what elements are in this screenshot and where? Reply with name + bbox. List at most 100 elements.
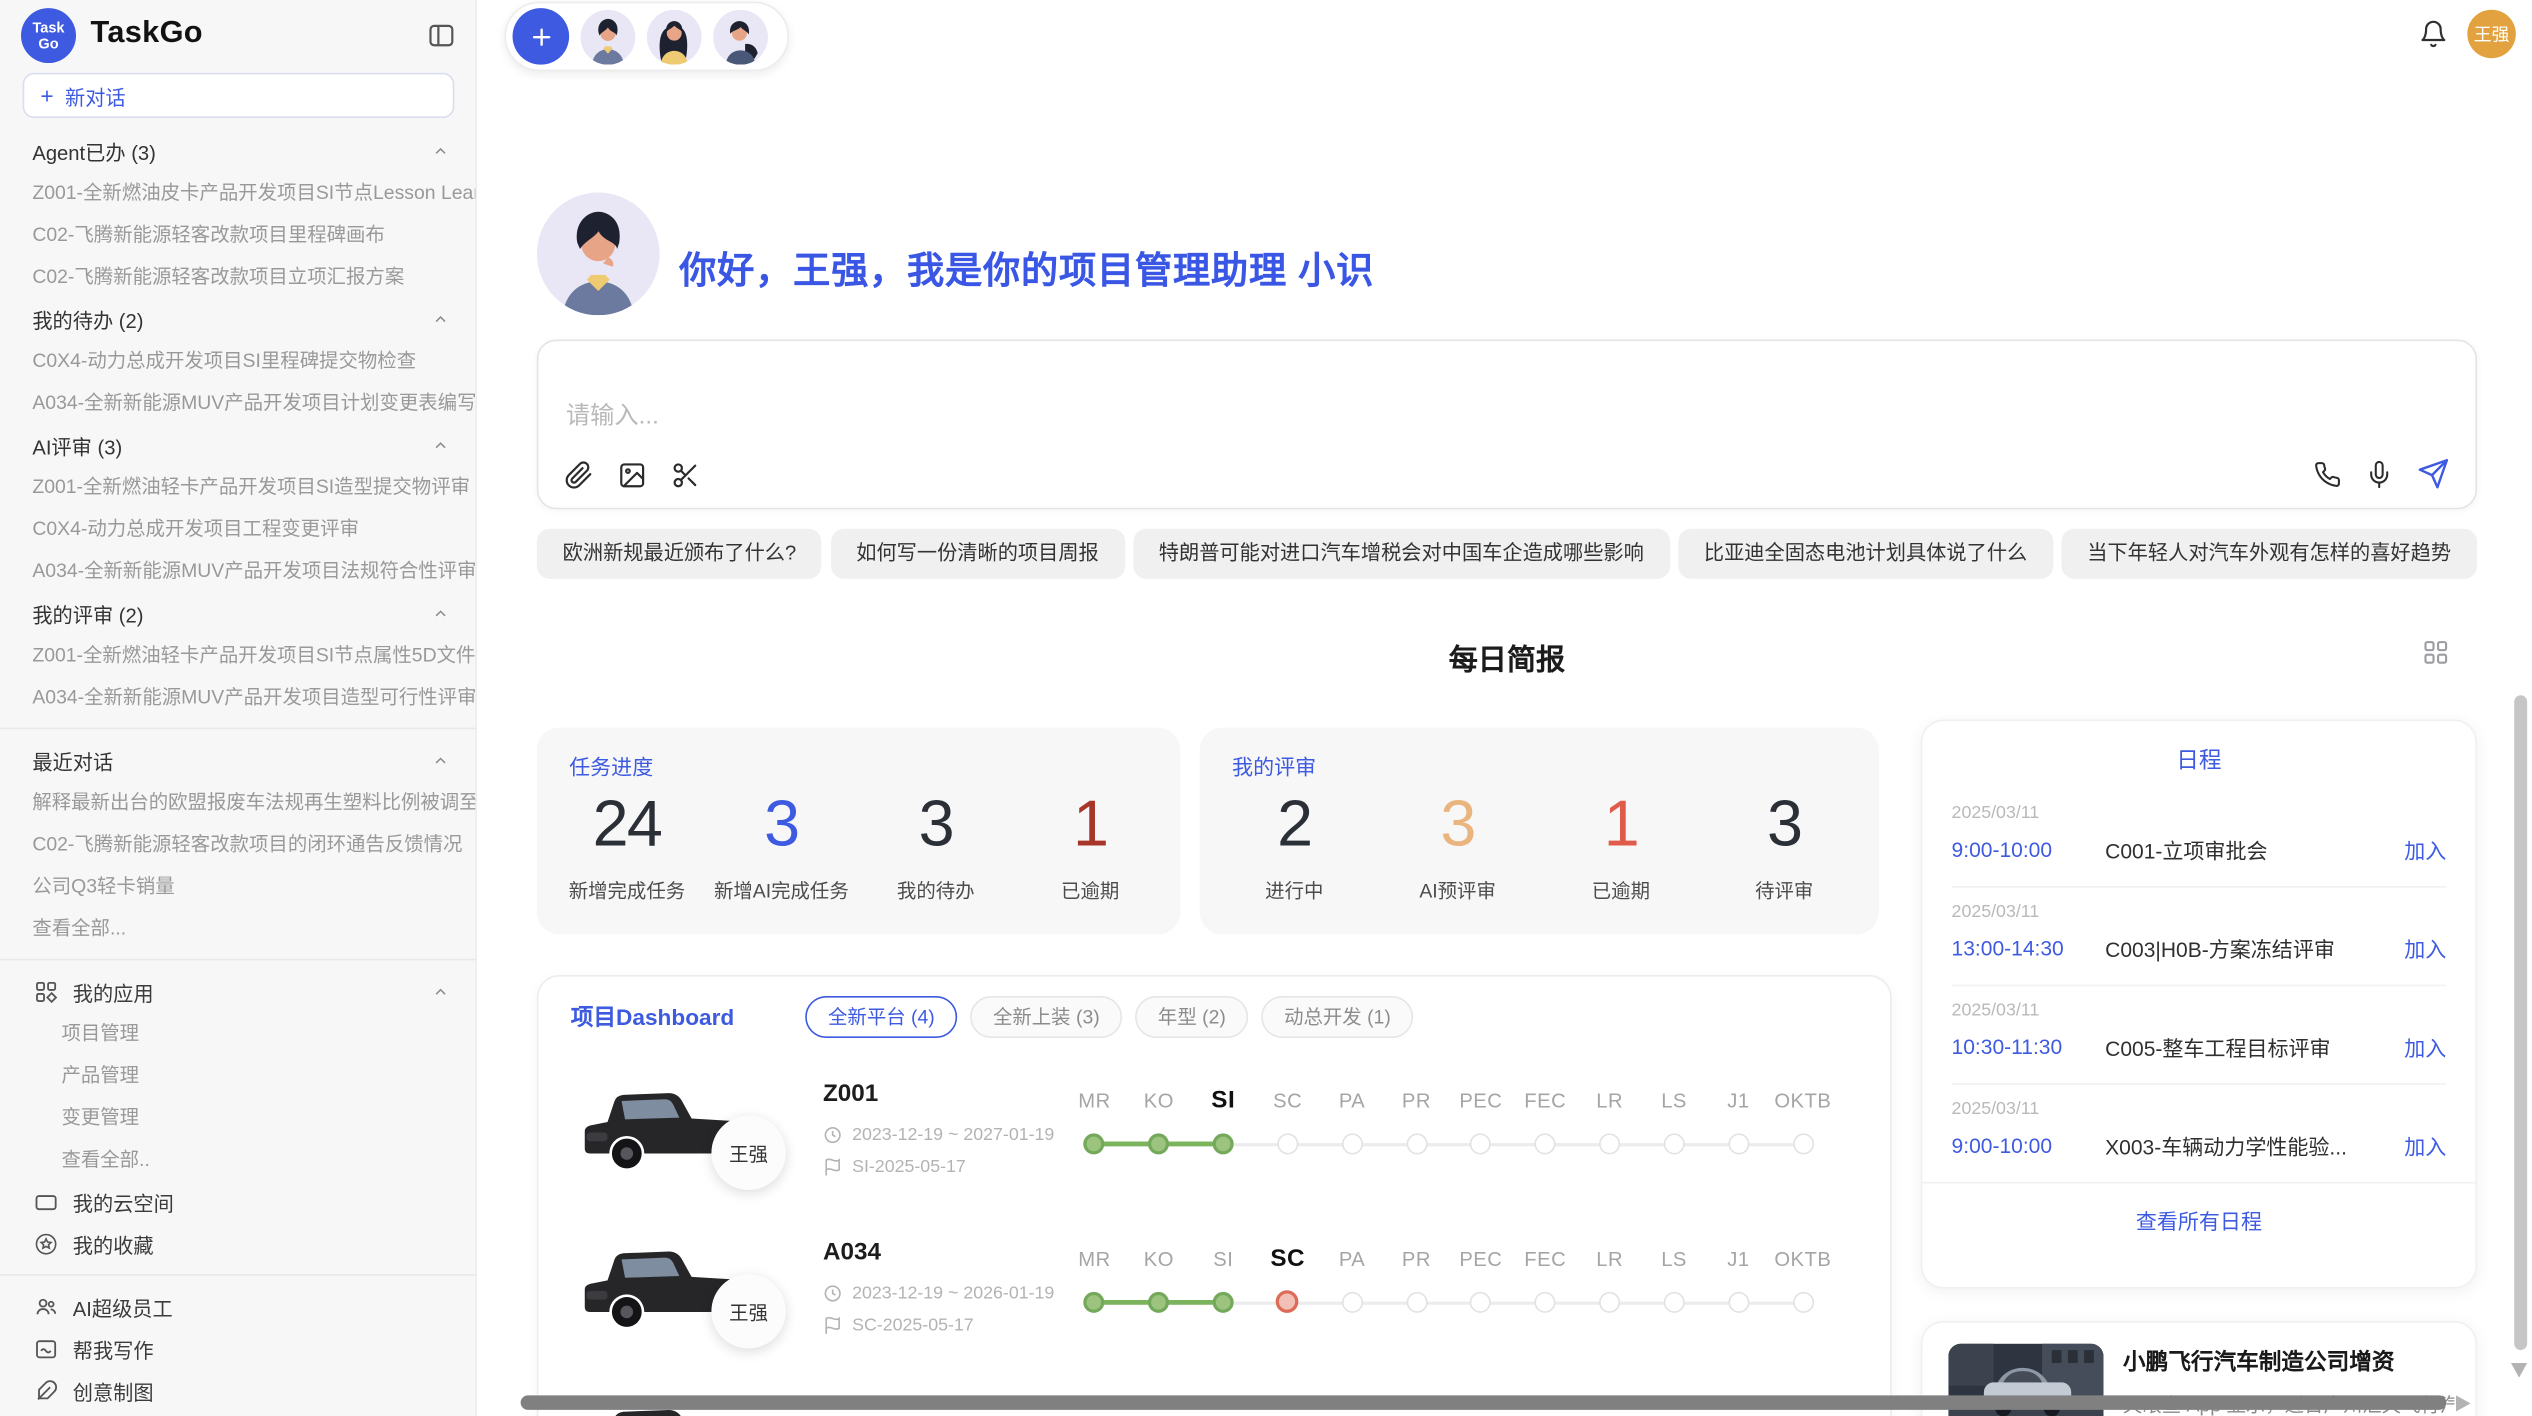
layout-grid-icon[interactable] xyxy=(2422,639,2449,666)
sidebar-item-ai-staff[interactable]: AI超级员工 xyxy=(0,1285,475,1327)
list-item[interactable]: C02-飞腾新能源轻客改款项目的闭环通告反馈情况 xyxy=(0,823,475,865)
milestone-dot-current xyxy=(1213,1133,1234,1154)
suggestion-chip[interactable]: 如何写一份清晰的项目周报 xyxy=(830,529,1124,579)
view-all-schedule[interactable]: 查看所有日程 xyxy=(1922,1182,2475,1256)
list-item[interactable]: C02-飞腾新能源轻客改款项目里程碑画布 xyxy=(0,213,475,255)
avatar-contact-2[interactable] xyxy=(647,9,702,64)
tab-powertrain[interactable]: 动总开发 (1) xyxy=(1261,996,1413,1038)
list-item[interactable]: A034-全新新能源MUV产品开发项目法规符合性评审 xyxy=(0,550,475,592)
chat-input[interactable] xyxy=(566,403,2021,430)
view-all-apps[interactable]: 查看全部.. xyxy=(0,1138,475,1180)
avatar-contact-3[interactable] xyxy=(713,9,768,64)
list-item[interactable]: Z001-全新燃油皮卡产品开发项目SI节点Lesson Learn报告 xyxy=(0,171,475,213)
avatar-contact-1[interactable] xyxy=(580,9,635,64)
milestone-dot-done xyxy=(1148,1292,1169,1313)
tab-new-body[interactable]: 全新上装 (3) xyxy=(970,996,1122,1038)
sidebar-item-cloud-space[interactable]: 我的云空间 xyxy=(0,1180,475,1222)
section-agent-done[interactable]: Agent已办 (3) xyxy=(0,129,475,171)
milestone-label: PEC xyxy=(1449,1083,1513,1119)
sidebar-list: Agent已办 (3) Z001-全新燃油皮卡产品开发项目SI节点Lesson … xyxy=(0,129,475,1411)
notification-bell-icon[interactable] xyxy=(2419,19,2448,48)
vertical-scrollbar[interactable] xyxy=(2514,695,2527,1350)
section-my-review[interactable]: 我的评审 (2) xyxy=(0,592,475,634)
message-composer xyxy=(537,340,2477,510)
project-row-a034[interactable]: 王强 A034 2023-12-19 ~ 2026-01-19 SC-2025-… xyxy=(538,1216,1890,1374)
sidebar-item-favorites[interactable]: 我的收藏 xyxy=(0,1222,475,1264)
sidebar-item-change-mgmt[interactable]: 变更管理 xyxy=(0,1096,475,1138)
join-button[interactable]: 加入 xyxy=(2404,1032,2446,1063)
sidebar-item-my-apps[interactable]: 我的应用 xyxy=(0,970,475,1012)
list-item[interactable]: C02-飞腾新能源轻客改款项目立项汇报方案 xyxy=(0,255,475,297)
daily-briefing-title: 每日简报 xyxy=(537,637,2477,679)
sidebar-item-product-mgmt[interactable]: 产品管理 xyxy=(0,1054,475,1096)
mic-icon[interactable] xyxy=(2365,460,2392,487)
project-row-z001[interactable]: 王强 Z001 2023-12-19 ~ 2027-01-19 SI-2025-… xyxy=(538,1057,1890,1215)
milestone-dot-done xyxy=(1084,1133,1105,1154)
phone-icon[interactable] xyxy=(2314,460,2341,487)
milestone-label: MR xyxy=(1062,1083,1126,1119)
list-item[interactable]: Z001-全新燃油轻卡产品开发项目SI节点属性5D文件评审 xyxy=(0,634,475,676)
milestone-dot-done xyxy=(1213,1292,1234,1313)
view-all-chats[interactable]: 查看全部... xyxy=(0,907,475,949)
suggestion-chip[interactable]: 比亚迪全固态电池计划具体说了什么 xyxy=(1678,529,2053,579)
event-date: 2025/03/11 xyxy=(1952,804,2447,823)
scroll-right-arrow[interactable] xyxy=(2456,1395,2471,1411)
stat-overdue: 1已逾期 xyxy=(1013,783,1167,904)
join-button[interactable]: 加入 xyxy=(2404,933,2446,964)
sidebar-item-help-write[interactable]: 帮我写作 xyxy=(0,1327,475,1369)
list-item[interactable]: A034-全新新能源MUV产品开发项目计划变更表编写 xyxy=(0,382,475,424)
milestone-dot xyxy=(1728,1292,1749,1313)
attach-icon[interactable] xyxy=(564,461,593,490)
event-time: 10:30-11:30 xyxy=(1952,1035,2106,1059)
chevron-up-icon xyxy=(432,751,450,769)
milestone-label-current: SI xyxy=(1191,1083,1255,1119)
greeting-text: 你好，王强，我是你的项目管理助理 小识 xyxy=(679,239,1374,294)
suggestion-chip[interactable]: 特朗普可能对进口汽车增税会对中国车企造成哪些影响 xyxy=(1133,529,1670,579)
section-my-todo[interactable]: 我的待办 (2) xyxy=(0,298,475,340)
divider xyxy=(0,959,475,961)
milestone-label: PEC xyxy=(1449,1242,1513,1278)
suggestion-chip[interactable]: 当下年轻人对汽车外观有怎样的喜好趋势 xyxy=(2061,529,2477,579)
new-chat-button[interactable]: + 新对话 xyxy=(23,73,455,118)
send-icon[interactable] xyxy=(2417,458,2449,490)
scissors-icon[interactable] xyxy=(671,461,700,490)
section-recent-chats[interactable]: 最近对话 xyxy=(0,739,475,781)
milestone-label: J1 xyxy=(1706,1242,1770,1278)
event-time: 13:00-14:30 xyxy=(1952,936,2106,960)
milestone-dot xyxy=(1792,1292,1813,1313)
image-icon[interactable] xyxy=(618,461,647,490)
list-item[interactable]: C0X4-动力总成开发项目工程变更评审 xyxy=(0,508,475,550)
cloud-space-icon xyxy=(34,1189,58,1213)
dashboard-tabs: 全新平台 (4) 全新上装 (3) 年型 (2) 动总开发 (1) xyxy=(805,996,1413,1038)
milestone-label: SC xyxy=(1255,1083,1319,1119)
people-icon xyxy=(34,1294,58,1318)
section-ai-review[interactable]: AI评审 (3) xyxy=(0,424,475,466)
list-item[interactable]: A034-全新新能源MUV产品开发项目造型可行性评审 xyxy=(0,676,475,718)
project-dates: 2023-12-19 ~ 2026-01-19 xyxy=(852,1284,1054,1303)
event-name: C005-整车工程目标评审 xyxy=(2105,1032,2404,1063)
milestone-label: LS xyxy=(1642,1242,1706,1278)
sidebar-collapse-icon[interactable] xyxy=(427,21,456,50)
chevron-up-icon xyxy=(432,982,450,1000)
suggestion-chip[interactable]: 欧洲新规最近颁布了什么? xyxy=(537,529,822,579)
user-avatar[interactable]: 王强 xyxy=(2467,10,2516,59)
add-contact-button[interactable] xyxy=(513,8,570,65)
list-item[interactable]: Z001-全新燃油轻卡产品开发项目SI造型提交物评审 xyxy=(0,466,475,508)
scroll-down-arrow[interactable] xyxy=(2511,1363,2527,1378)
project-code: Z001 xyxy=(823,1080,878,1107)
list-item[interactable]: 解释最新出台的欧盟报废车法规再生塑料比例被调至15%... xyxy=(0,781,475,823)
join-button[interactable]: 加入 xyxy=(2404,1130,2446,1161)
owner-badge: 王强 xyxy=(711,1274,785,1348)
sidebar-item-creative-draw[interactable]: 创意制图 xyxy=(0,1369,475,1411)
sidebar-item-project-mgmt[interactable]: 项目管理 xyxy=(0,1012,475,1054)
list-item[interactable]: 公司Q3轻卡销量 xyxy=(0,865,475,907)
tab-model-year[interactable]: 年型 (2) xyxy=(1135,996,1248,1038)
tab-new-platform[interactable]: 全新平台 (4) xyxy=(805,996,957,1038)
milestone-label: MR xyxy=(1062,1242,1126,1278)
milestone-label: KO xyxy=(1127,1083,1191,1119)
list-item[interactable]: C0X4-动力总成开发项目SI里程碑提交物检查 xyxy=(0,340,475,382)
card-title: 我的评审 xyxy=(1232,750,1316,781)
card-title: 任务进度 xyxy=(569,750,653,781)
join-button[interactable]: 加入 xyxy=(2404,834,2446,865)
horizontal-scrollbar[interactable] xyxy=(521,1395,2447,1410)
